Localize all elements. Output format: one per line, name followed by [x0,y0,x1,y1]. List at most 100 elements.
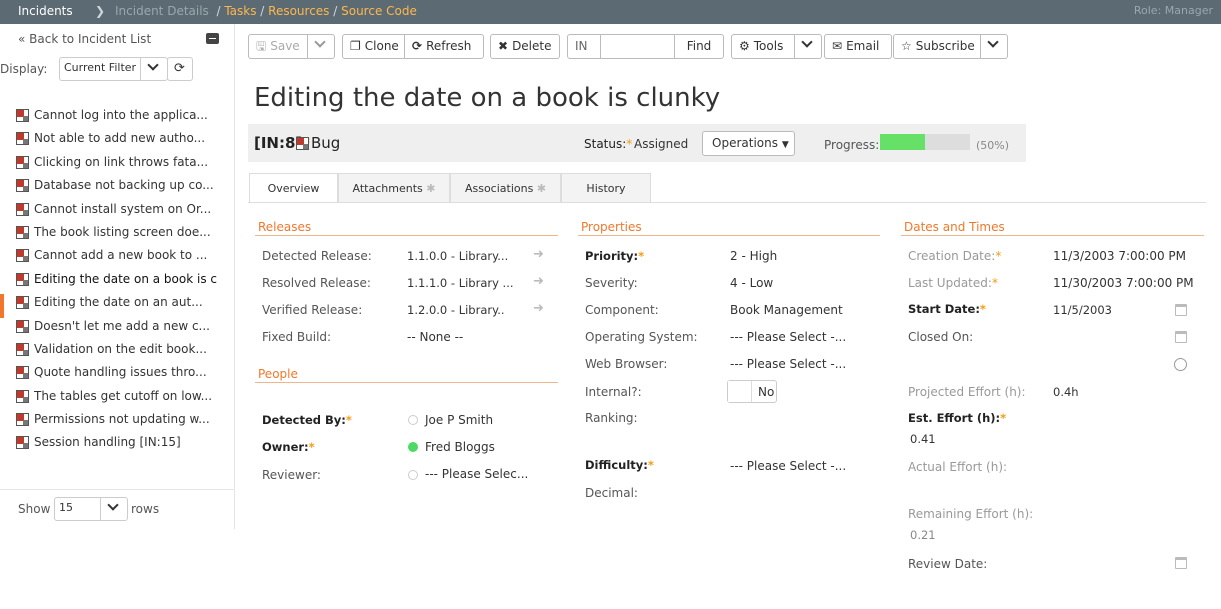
breadcrumb-incidents[interactable]: Incidents [18,4,73,18]
bug-icon [16,202,29,216]
find-input[interactable] [600,34,675,59]
section-divider [255,382,558,383]
bug-icon [296,137,309,150]
last-updated-label: Last Updated:* [908,276,998,290]
tab-divider [248,202,1206,203]
incident-type: Bug [311,134,341,152]
clone-button[interactable]: ❐ Clone [342,34,405,59]
est-effort-value[interactable]: 0.41 [910,432,936,446]
back-to-list-link[interactable]: « Back to Incident List [18,32,151,46]
component-value[interactable]: Book Management [730,303,843,317]
refresh-icon: ⟳ [412,39,423,53]
list-item[interactable]: Cannot add a new book to ... [14,244,235,267]
save-icon: 🖫 [256,39,267,53]
incident-title[interactable]: Editing the date on a book is clunky [254,83,720,113]
arrow-right-icon[interactable]: ➜ [533,247,544,262]
list-item[interactable]: The book listing screen doe... [14,221,235,244]
creation-date-label: Creation Date:* [908,249,1002,263]
arrow-right-icon[interactable]: ➜ [533,274,544,289]
list-item-active[interactable]: Editing the date on a book is c [14,268,235,291]
tab-overview[interactable]: Overview [249,173,338,203]
detected-by-label: Detected By:* [262,413,352,427]
rows-label: rows [131,502,160,516]
required-star-icon: * [638,249,645,263]
operations-button[interactable]: Operations ▼ [702,131,795,156]
chevron-down-icon [801,36,813,48]
operating-system-value[interactable]: --- Please Select -... [730,330,846,344]
sidebar: « Back to Incident List Display: Current… [0,24,235,529]
actual-effort-label: Actual Effort (h): [908,460,1008,474]
owner-value[interactable]: Fred Bloggs [425,440,495,454]
list-item[interactable]: Quote handling issues thro... [14,361,235,384]
internal-toggle[interactable]: No [727,380,777,403]
tools-dropdown-button[interactable] [794,34,822,59]
list-item[interactable]: Database not backing up co... [14,174,235,197]
list-item[interactable]: The tables get cutoff on low... [14,385,235,408]
calendar-icon[interactable] [1175,557,1187,569]
delete-button[interactable]: ✖ Delete [490,34,560,59]
subscribe-dropdown-button[interactable] [980,34,1008,59]
tab-associations[interactable]: Associations ✱ [450,173,561,203]
chevron-down-icon [107,499,119,511]
list-item[interactable]: Session handling [IN:15] [14,431,235,454]
priority-label: Priority:* [585,249,645,263]
list-item[interactable]: Editing the date on an aut... [14,291,235,314]
list-item[interactable]: Doesn't let me add a new c... [14,315,235,338]
reviewer-value[interactable]: --- Please Selec... [425,467,528,481]
fixed-build-label: Fixed Build: [262,330,332,344]
active-item-indicator [0,294,4,318]
clock-icon[interactable] [1174,358,1187,371]
filter-select[interactable]: Current Filter [59,57,141,81]
filter-dropdown-button[interactable] [140,57,168,81]
rows-select[interactable]: 15 [54,497,101,521]
list-item[interactable]: Permissions not updating w... [14,408,235,431]
breadcrumb-source-code[interactable]: Source Code [341,4,417,18]
breadcrumb-incident-details: Incident Details / Tasks / Resources / S… [115,4,417,18]
list-item[interactable]: Cannot install system on Or... [14,198,235,221]
calendar-icon[interactable] [1175,304,1187,316]
start-date-value[interactable]: 11/5/2003 [1053,303,1112,317]
owner-label: Owner:* [262,440,315,454]
tab-attachments[interactable]: Attachments ✱ [338,173,450,203]
subscribe-button[interactable]: ☆ Subscribe [893,34,981,59]
refresh-button[interactable]: ⟳ Refresh [404,34,484,59]
breadcrumb: Incidents ❯ Incident Details / Tasks / R… [0,0,1221,24]
web-browser-value[interactable]: --- Please Select -... [730,357,846,371]
status-label: Status:* [584,137,633,151]
arrow-right-icon[interactable]: ➜ [533,301,544,316]
list-item[interactable]: Clicking on link throws fata... [14,151,235,174]
incident-list: Cannot log into the applica... Not able … [14,104,235,455]
verified-release-value[interactable]: 1.2.0.0 - Library.. [407,303,505,317]
list-item[interactable]: Not able to add new autho... [14,127,235,150]
refresh-icon: ⟳ [174,61,185,76]
required-star-icon: * [991,276,998,290]
tools-button[interactable]: ⚙ Tools [731,34,795,59]
projected-effort-label: Projected Effort (h): [908,385,1026,399]
list-item[interactable]: Cannot log into the applica... [14,104,235,127]
save-dropdown-button[interactable] [307,34,335,59]
list-item[interactable]: Validation on the edit book... [14,338,235,361]
bug-icon [16,389,29,403]
asterisk-icon: ✱ [426,182,436,195]
detected-by-value[interactable]: Joe P Smith [425,413,493,427]
rows-dropdown-button[interactable] [100,497,128,521]
detected-release-value[interactable]: 1.1.0.0 - Library... [407,249,508,263]
severity-value[interactable]: 4 - Low [730,276,773,290]
breadcrumb-resources[interactable]: Resources [268,4,329,18]
fixed-build-value[interactable]: -- None -- [407,330,463,344]
save-button[interactable]: 🖫 Save [248,34,308,59]
difficulty-value[interactable]: --- Please Select -... [730,459,846,473]
resolved-release-value[interactable]: 1.1.1.0 - Library ... [407,276,514,290]
find-prefix: IN [567,34,601,59]
email-button[interactable]: ✉ Email [824,34,892,59]
breadcrumb-tasks[interactable]: Tasks [224,4,256,18]
refresh-list-button[interactable]: ⟳ [167,57,193,81]
calendar-icon[interactable] [1175,331,1187,343]
required-star-icon: * [345,413,352,427]
collapse-icon[interactable] [206,33,219,44]
required-star-icon: * [979,302,986,316]
tab-history[interactable]: History [561,173,651,203]
priority-value[interactable]: 2 - High [730,249,777,263]
find-button[interactable]: Find [674,34,724,59]
review-date-label: Review Date: [908,557,988,571]
